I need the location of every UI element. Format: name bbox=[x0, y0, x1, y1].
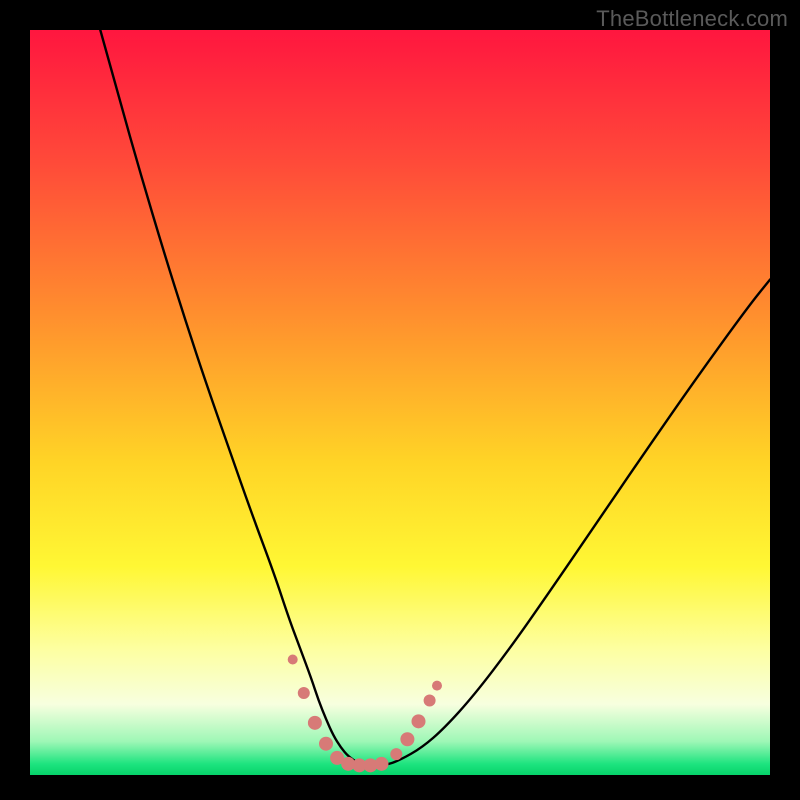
chart-frame: TheBottleneck.com bbox=[0, 0, 800, 800]
curve-marker bbox=[288, 655, 298, 665]
curve-marker bbox=[319, 737, 333, 751]
gradient-background bbox=[30, 30, 770, 775]
watermark-text: TheBottleneck.com bbox=[596, 6, 788, 32]
chart-svg bbox=[30, 30, 770, 775]
curve-marker bbox=[400, 732, 414, 746]
curve-marker bbox=[375, 757, 389, 771]
curve-marker bbox=[390, 748, 402, 760]
plot-area bbox=[30, 30, 770, 775]
curve-marker bbox=[298, 687, 310, 699]
curve-marker bbox=[412, 714, 426, 728]
curve-marker bbox=[424, 695, 436, 707]
curve-marker bbox=[308, 716, 322, 730]
curve-marker bbox=[432, 681, 442, 691]
